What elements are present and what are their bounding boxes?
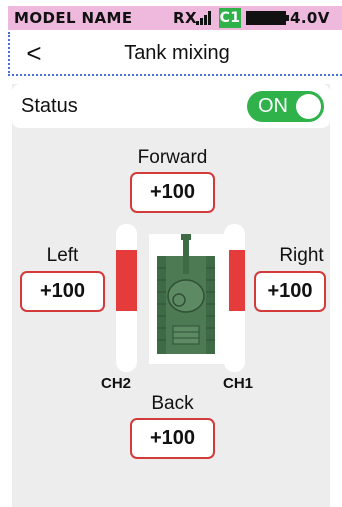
- status-bar: MODEL NAME RX C1 4.0V: [8, 6, 342, 30]
- voltage-readout: 4.0V: [290, 9, 330, 27]
- toggle-knob: [296, 94, 321, 119]
- status-row: Status ON: [12, 84, 330, 128]
- channel-badge: C1: [219, 8, 241, 28]
- ch1-label: CH1: [223, 375, 254, 392]
- right-value[interactable]: +100: [254, 271, 326, 312]
- left-value[interactable]: +100: [20, 271, 105, 312]
- battery-tip: [286, 15, 289, 21]
- model-name: MODEL NAME: [14, 9, 133, 27]
- status-toggle[interactable]: ON: [247, 91, 324, 122]
- mixing-panel: Status ON Forward +100 Left +100 Right +…: [12, 84, 330, 507]
- toggle-label: ON: [258, 95, 288, 117]
- left-label: Left: [46, 245, 79, 266]
- rx-label: RX: [173, 9, 197, 27]
- ch2-level-bar: [116, 224, 137, 372]
- status-label: Status: [21, 95, 78, 117]
- ch2-label: CH2: [101, 375, 132, 392]
- forward-label: Forward: [137, 147, 208, 168]
- right-label: Right: [279, 245, 324, 266]
- tank-icon: [149, 234, 229, 364]
- ch2-level-fill: [116, 250, 137, 312]
- back-label: Back: [151, 393, 194, 414]
- back-value[interactable]: +100: [130, 418, 215, 459]
- page-title: Tank mixing: [124, 42, 230, 64]
- forward-value[interactable]: +100: [130, 172, 215, 213]
- battery-icon: [246, 11, 286, 25]
- page-header: < Tank mixing: [8, 32, 342, 76]
- signal-bars-icon: [196, 11, 214, 25]
